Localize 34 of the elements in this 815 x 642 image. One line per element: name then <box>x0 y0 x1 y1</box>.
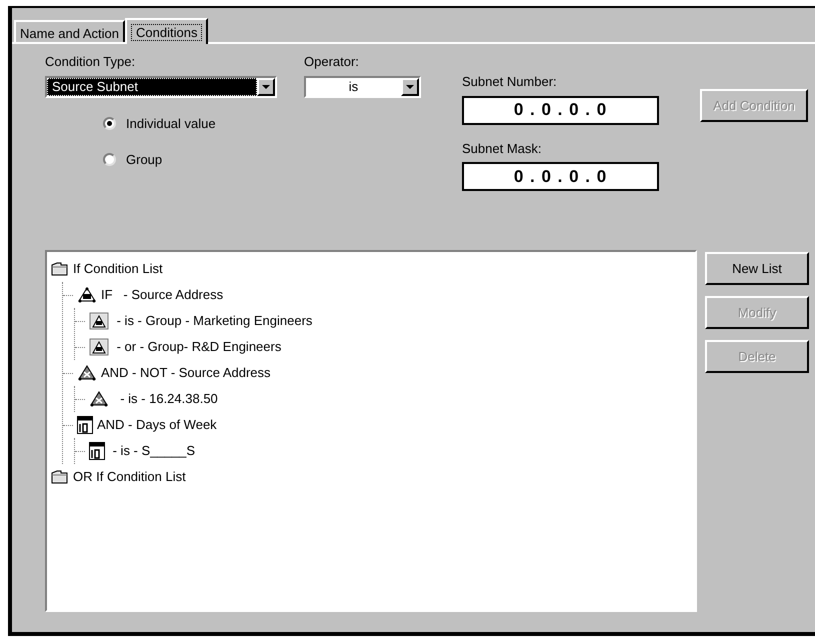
tree-item[interactable]: OR If Condition List <box>73 467 186 487</box>
network-icon <box>77 287 97 303</box>
field-label: Subnet Number: <box>462 73 558 91</box>
dropdown-value: Source Subnet <box>47 78 257 96</box>
network-icon <box>89 391 109 407</box>
calendar-icon <box>77 416 93 434</box>
network-icon <box>77 365 97 381</box>
group-icon <box>89 338 109 356</box>
operator-dropdown[interactable]: is <box>304 76 421 98</box>
tree-item[interactable]: AND - Days of Week <box>97 415 217 435</box>
tree-item[interactable]: - is - Group - Marketing Engineers <box>113 311 312 331</box>
group-icon <box>89 312 109 330</box>
calendar-icon <box>89 442 105 460</box>
radio-button[interactable] <box>103 153 116 166</box>
folder-icon <box>51 470 69 484</box>
tree-item[interactable]: - is - S_____S <box>109 441 195 461</box>
condition-type-dropdown[interactable]: Source Subnet <box>45 76 277 98</box>
subnet-mask-field[interactable]: 0 . 0 . 0 . 0 <box>462 162 659 191</box>
tree-item[interactable]: If Condition List <box>73 259 163 279</box>
radio-label: Group <box>126 150 162 169</box>
tree-item[interactable]: IF - Source Address <box>101 285 224 305</box>
tree-item[interactable]: AND - NOT - Source Address <box>101 363 271 383</box>
list-button[interactable]: New List <box>705 252 809 285</box>
radio-button[interactable] <box>103 117 116 130</box>
field-label: Subnet Mask: <box>462 140 542 158</box>
field-label: Operator: <box>304 53 360 71</box>
radio-label: Individual value <box>126 114 216 133</box>
subnet-number-field[interactable]: 0 . 0 . 0 . 0 <box>462 96 659 124</box>
tab[interactable]: Conditions <box>125 18 208 44</box>
folder-icon <box>51 262 69 276</box>
tree-item[interactable]: - is - 16.24.38.50 <box>113 389 218 409</box>
dropdown-value: is <box>348 78 360 96</box>
tree-item[interactable]: - or - Group- R&D Engineers <box>113 337 282 357</box>
field-label: Condition Type: <box>45 53 136 71</box>
